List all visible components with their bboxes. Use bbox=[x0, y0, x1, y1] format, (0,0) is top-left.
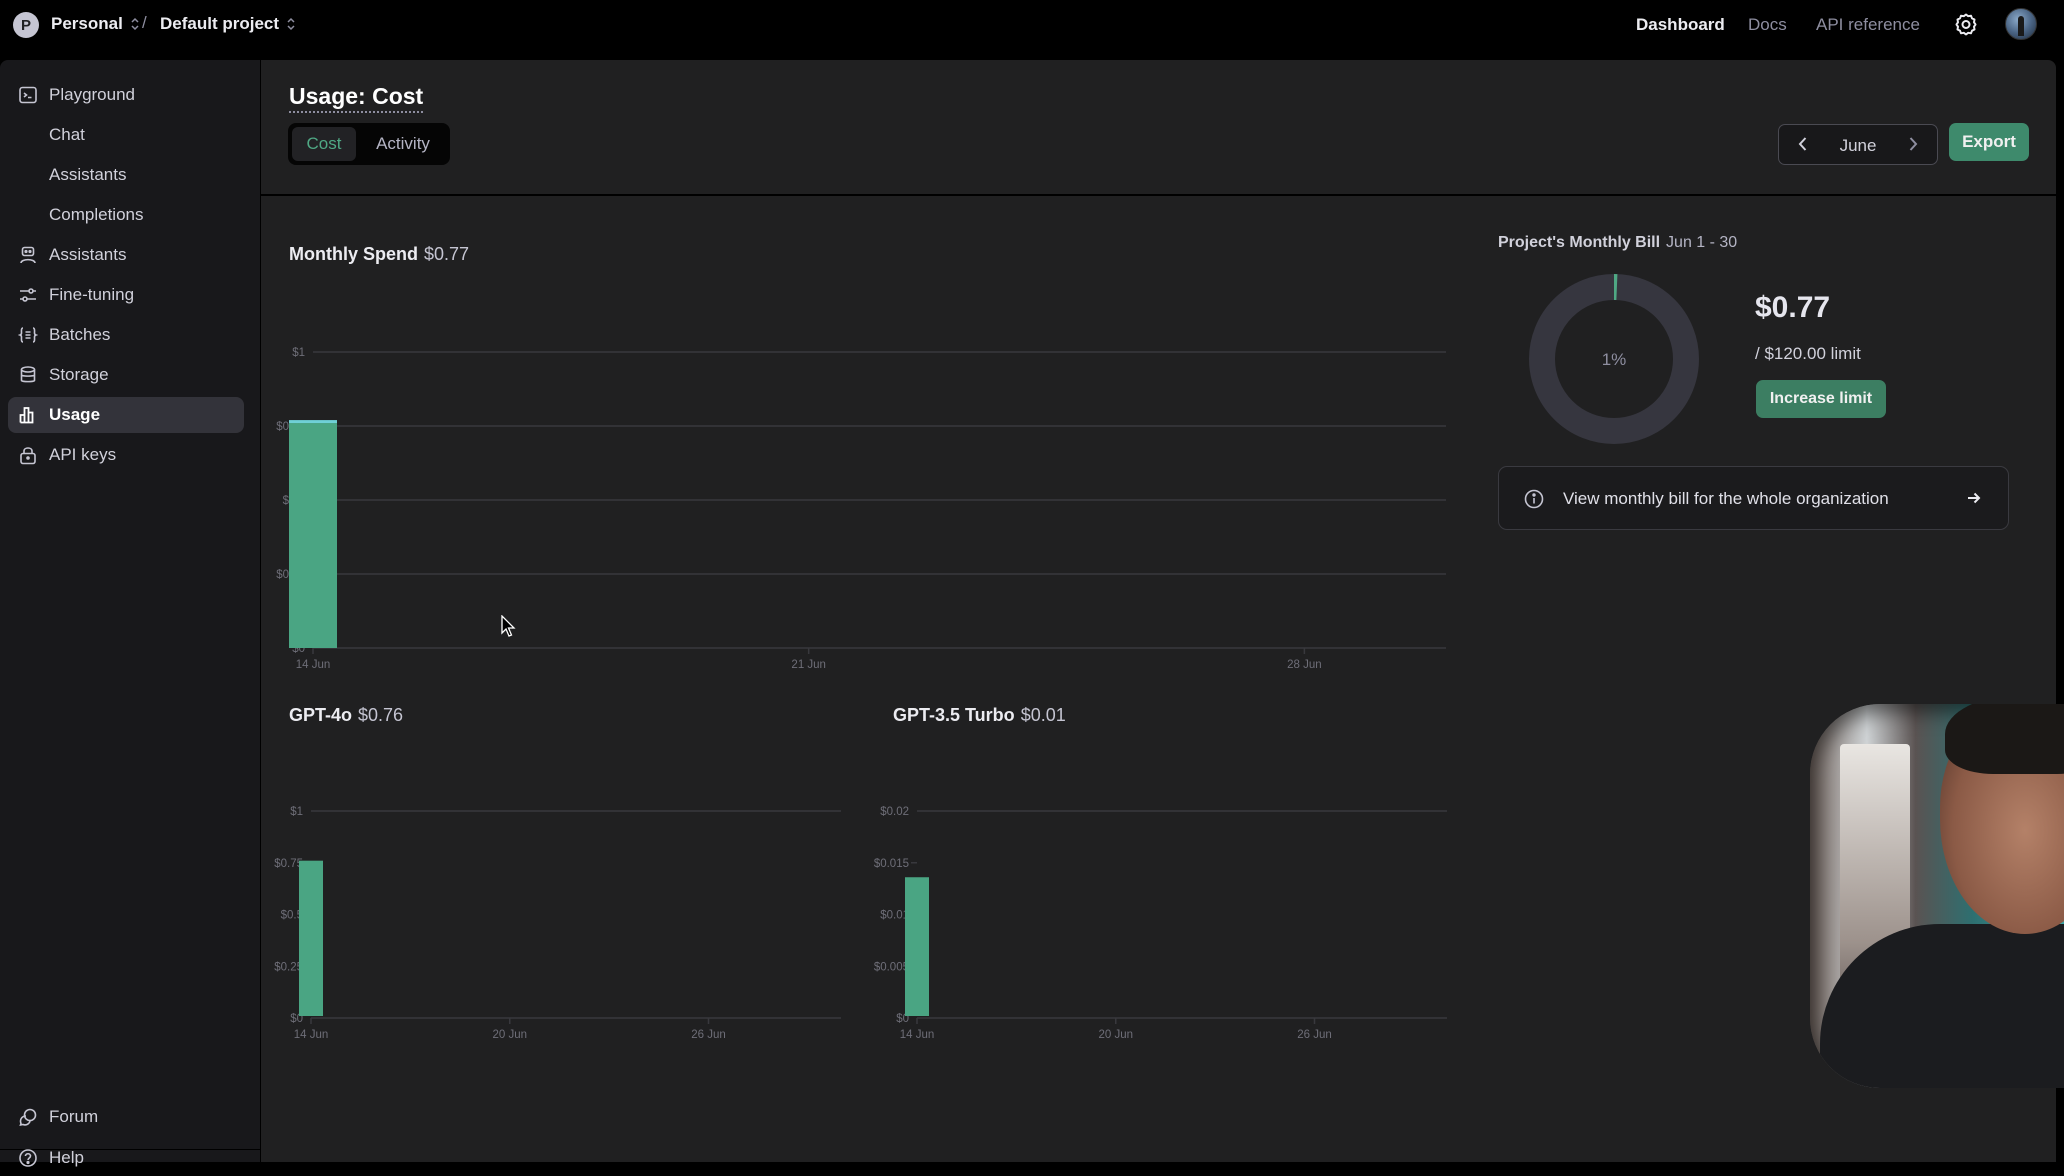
sidebar: Playground Chat Assistants Completions A… bbox=[0, 60, 260, 1162]
bar-chart-icon bbox=[18, 405, 38, 425]
main-panel: Usage: Cost Cost Activity June Export Mo… bbox=[261, 60, 2056, 1162]
sidebar-item-chat[interactable]: Chat bbox=[8, 117, 244, 153]
org-name: Personal bbox=[51, 14, 123, 34]
bill-limit: / $120.00 limit bbox=[1755, 344, 1861, 364]
org-bill-link-text: View monthly bill for the whole organiza… bbox=[1563, 489, 1889, 509]
org-bill-link[interactable]: View monthly bill for the whole organiza… bbox=[1498, 466, 2009, 530]
org-avatar[interactable]: P bbox=[13, 12, 39, 38]
monthly-spend-chart: $0$0.25$0.5$0.75$114 Jun21 Jun28 Jun bbox=[261, 280, 1451, 680]
project-name: Default project bbox=[160, 14, 279, 34]
breadcrumb-separator: / bbox=[142, 13, 147, 33]
y-tick-label: $0.02 bbox=[880, 806, 909, 818]
tab-activity[interactable]: Activity bbox=[360, 127, 446, 161]
gpt35-chart: $0$0.005$0.01$0.015$0.0214 Jun20 Jun26 J… bbox=[841, 740, 1461, 1060]
sidebar-item-completions[interactable]: Completions bbox=[8, 197, 244, 233]
bill-heading: Project's Monthly Bill Jun 1 - 30 bbox=[1498, 234, 1737, 252]
arrow-right-icon bbox=[1964, 488, 1984, 508]
project-switcher[interactable]: Default project bbox=[160, 14, 296, 34]
chart-total: $0.77 bbox=[424, 244, 469, 264]
chevron-updown-icon bbox=[130, 17, 140, 31]
sidebar-item-assistants[interactable]: Assistants bbox=[8, 237, 244, 273]
chevron-right-icon[interactable] bbox=[1903, 134, 1923, 154]
x-tick-label: 20 Jun bbox=[1098, 1029, 1133, 1041]
gpt35-heading: GPT-3.5 Turbo $0.01 bbox=[893, 705, 1066, 726]
nav-docs[interactable]: Docs bbox=[1748, 15, 1787, 35]
y-tick-label: $0.25 bbox=[274, 961, 303, 973]
increase-limit-button[interactable]: Increase limit bbox=[1756, 380, 1886, 418]
bar-gpt-3-5-turbo bbox=[289, 420, 337, 423]
chart-title: Monthly Spend bbox=[289, 244, 418, 264]
tab-cost[interactable]: Cost bbox=[292, 127, 356, 161]
y-tick-label: $1 bbox=[290, 806, 303, 818]
y-tick-label: $0.75 bbox=[274, 858, 303, 870]
y-tick-label: $0.015 bbox=[874, 858, 909, 870]
top-bar: P Personal / Default project Dashboard D… bbox=[0, 0, 2064, 50]
chart-total: $0.01 bbox=[1021, 705, 1066, 725]
sidebar-item-usage[interactable]: Usage bbox=[8, 397, 244, 433]
braces-icon bbox=[18, 325, 38, 345]
database-icon bbox=[18, 365, 38, 385]
lock-icon bbox=[18, 445, 38, 465]
nav-api-reference[interactable]: API reference bbox=[1816, 15, 1920, 35]
y-tick-label: $0.005 bbox=[874, 961, 909, 973]
question-circle-icon bbox=[18, 1148, 38, 1168]
person-hair bbox=[1945, 704, 2064, 774]
gear-icon[interactable] bbox=[1954, 12, 1978, 36]
x-tick-label: 28 Jun bbox=[1287, 659, 1322, 671]
x-tick-label: 26 Jun bbox=[691, 1029, 726, 1041]
sidebar-item-storage[interactable]: Storage bbox=[8, 357, 244, 393]
sidebar-item-playground[interactable]: Playground bbox=[8, 77, 244, 113]
bill-amount: $0.77 bbox=[1755, 291, 1830, 325]
page-title: Usage: Cost bbox=[289, 83, 423, 113]
sidebar-item-playground-assistants[interactable]: Assistants bbox=[8, 157, 244, 193]
bar-gpt-4o bbox=[289, 423, 337, 648]
terminal-icon bbox=[18, 85, 38, 105]
chat-bubbles-icon bbox=[18, 1107, 38, 1127]
export-button[interactable]: Export bbox=[1949, 123, 2029, 161]
robot-icon bbox=[18, 245, 38, 265]
nav-dashboard[interactable]: Dashboard bbox=[1636, 15, 1725, 35]
bill-donut-chart: 1% bbox=[1529, 274, 1699, 444]
x-tick-label: 14 Jun bbox=[900, 1029, 935, 1041]
chart-title: GPT-4o bbox=[289, 705, 352, 725]
x-tick-label: 26 Jun bbox=[1297, 1029, 1332, 1041]
bar bbox=[905, 877, 929, 1016]
mouse-cursor-icon bbox=[501, 615, 517, 639]
webcam-overlay bbox=[1810, 704, 2064, 1088]
x-tick-label: 21 Jun bbox=[791, 659, 826, 671]
y-tick-label: $1 bbox=[292, 347, 305, 359]
chevron-updown-icon bbox=[286, 17, 296, 31]
bar bbox=[299, 861, 323, 1016]
month-picker: June bbox=[1778, 124, 1938, 165]
bill-range: Jun 1 - 30 bbox=[1666, 234, 1737, 251]
info-icon bbox=[1523, 488, 1545, 510]
header-divider bbox=[261, 194, 2056, 196]
sidebar-item-help[interactable]: Help bbox=[8, 1140, 244, 1176]
donut-percent: 1% bbox=[1602, 350, 1627, 369]
org-switcher[interactable]: Personal bbox=[51, 14, 140, 34]
sidebar-item-batches[interactable]: Batches bbox=[8, 317, 244, 353]
view-tabs: Cost Activity bbox=[288, 123, 450, 165]
chart-title: GPT-3.5 Turbo bbox=[893, 705, 1015, 725]
sidebar-item-fine-tuning[interactable]: Fine-tuning bbox=[8, 277, 244, 313]
monthly-spend-heading: Monthly Spend $0.77 bbox=[289, 244, 469, 265]
user-avatar[interactable] bbox=[2005, 8, 2037, 40]
x-tick-label: 14 Jun bbox=[296, 659, 331, 671]
bill-title: Project's Monthly Bill bbox=[1498, 234, 1660, 251]
y-tick-label: $0.01 bbox=[880, 910, 909, 922]
sidebar-item-api-keys[interactable]: API keys bbox=[8, 437, 244, 473]
x-tick-label: 20 Jun bbox=[492, 1029, 527, 1041]
gpt4o-chart: $0$0.25$0.5$0.75$114 Jun20 Jun26 Jun bbox=[261, 740, 861, 1060]
gpt4o-heading: GPT-4o $0.76 bbox=[289, 705, 403, 726]
chart-total: $0.76 bbox=[358, 705, 403, 725]
sidebar-item-forum[interactable]: Forum bbox=[8, 1099, 244, 1135]
sliders-icon bbox=[18, 285, 38, 305]
x-tick-label: 14 Jun bbox=[294, 1029, 329, 1041]
